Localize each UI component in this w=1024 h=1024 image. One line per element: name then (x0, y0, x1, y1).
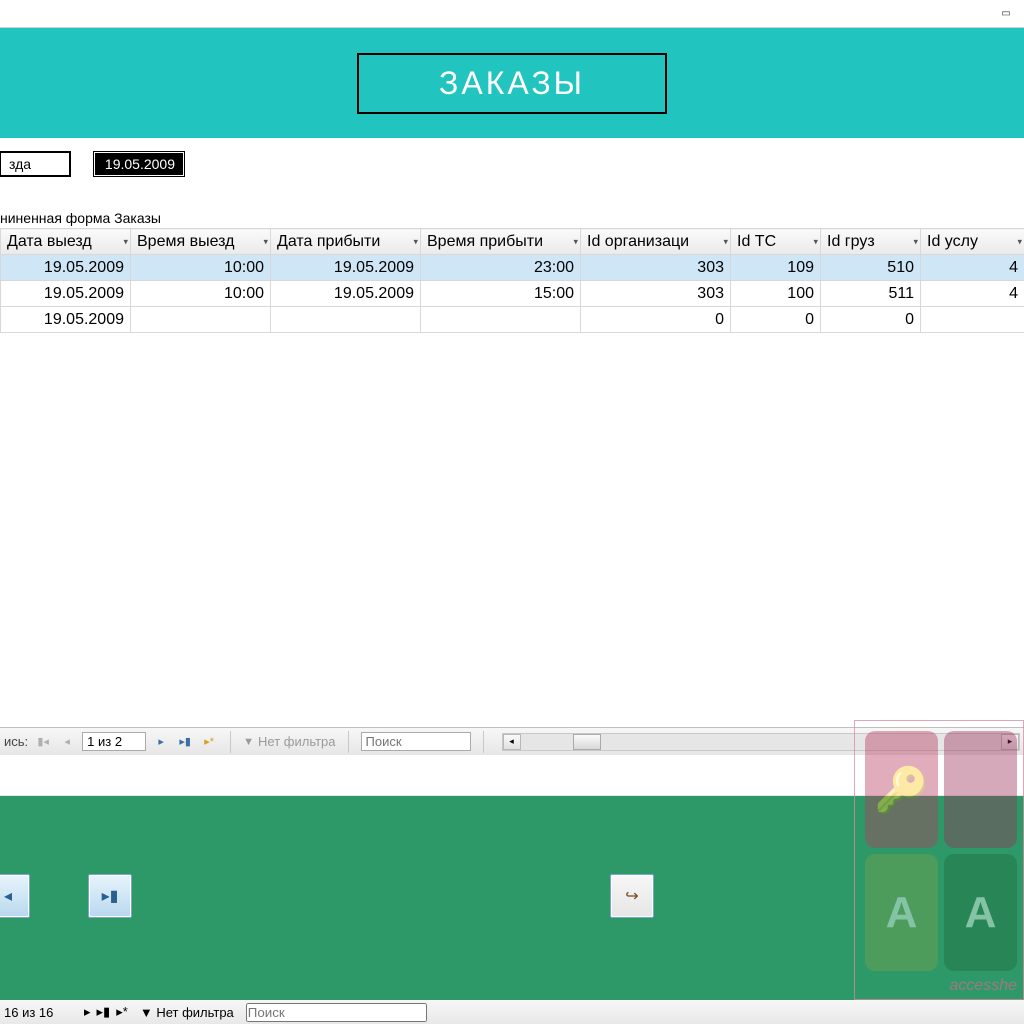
cell[interactable] (131, 307, 271, 333)
table-row[interactable]: 19.05.2009000 (1, 307, 1024, 333)
main-record-navigator: 16 из 16 ▸ ▸▮ ▸* ▼ Нет фильтра (0, 1000, 1024, 1024)
cell[interactable]: 19.05.2009 (271, 281, 421, 307)
window-titlebar: ▭ (0, 0, 1024, 28)
chevron-down-icon[interactable]: ▾ (913, 236, 918, 247)
cell[interactable]: 19.05.2009 (1, 255, 131, 281)
cell[interactable] (271, 307, 421, 333)
next-record-button[interactable]: ▸ (152, 735, 170, 748)
cell[interactable]: 4 (921, 281, 1024, 307)
grid-hscrollbar[interactable]: ◂ ▸ (502, 733, 1020, 751)
filter-label: Нет фильтра (258, 734, 335, 749)
column-header[interactable]: Id груз▾ (821, 229, 921, 255)
funnel-icon: ▼ (243, 736, 254, 748)
filter-bar: зда 19.05.2009 (0, 138, 1024, 206)
chevron-down-icon[interactable]: ▾ (123, 236, 128, 247)
cell[interactable]: 0 (581, 307, 731, 333)
filter-field-label[interactable]: зда (0, 152, 70, 176)
cell[interactable]: 19.05.2009 (1, 307, 131, 333)
column-header[interactable]: Id услу▾ (921, 229, 1024, 255)
last-record-button[interactable]: ▸▮ (176, 735, 194, 748)
cell[interactable]: 303 (581, 255, 731, 281)
subform-record-navigator: ись: ▮◂ ◂ 1 из 2 ▸ ▸▮ ▸* ▼ Нет фильтра ◂… (0, 727, 1024, 755)
cell[interactable]: 0 (731, 307, 821, 333)
filter-date-input[interactable]: 19.05.2009 (94, 152, 184, 176)
prev-icon: ◂ (4, 886, 12, 906)
exit-icon: ↪ (625, 886, 638, 906)
main-search-input[interactable] (246, 1003, 427, 1022)
column-header[interactable]: Дата прибыти▾ (271, 229, 421, 255)
first-record-button[interactable]: ▮◂ (34, 735, 52, 748)
cell[interactable]: 10:00 (131, 255, 271, 281)
cell[interactable]: 303 (581, 281, 731, 307)
filter-toggle[interactable]: ▼ Нет фильтра (243, 734, 335, 749)
prev-main-button[interactable]: ◂ (0, 874, 30, 918)
chevron-down-icon[interactable]: ▾ (723, 236, 728, 247)
orders-grid[interactable]: Дата выезд▾Время выезд▾Дата прибыти▾Врем… (0, 228, 1024, 727)
subform-caption: ниненная форма Заказы (0, 206, 1024, 228)
cell[interactable]: 19.05.2009 (1, 281, 131, 307)
column-header[interactable]: Id организаци▾ (581, 229, 731, 255)
cell[interactable]: 100 (731, 281, 821, 307)
last-main-button[interactable]: ▸▮ (88, 874, 132, 918)
grid-empty-area (0, 333, 1024, 727)
page-title: ЗАКАЗЫ (357, 53, 667, 114)
main-new-button[interactable]: ▸* (116, 1004, 128, 1020)
cell[interactable]: 10:00 (131, 281, 271, 307)
chevron-down-icon[interactable]: ▾ (573, 236, 578, 247)
minimize-icon: ▭ (1001, 8, 1010, 19)
cell[interactable] (921, 307, 1024, 333)
cell[interactable]: 23:00 (421, 255, 581, 281)
cell[interactable]: 4 (921, 255, 1024, 281)
column-header[interactable]: Id ТС▾ (731, 229, 821, 255)
cell[interactable]: 19.05.2009 (271, 255, 421, 281)
column-header[interactable]: Время выезд▾ (131, 229, 271, 255)
cell[interactable]: 15:00 (421, 281, 581, 307)
new-record-button[interactable]: ▸* (200, 735, 218, 748)
chevron-down-icon[interactable]: ▾ (413, 236, 418, 247)
main-filter-label: Нет фильтра (156, 1005, 233, 1020)
column-header[interactable]: Дата выезд▾ (1, 229, 131, 255)
cell[interactable]: 109 (731, 255, 821, 281)
minimize-button[interactable]: ▭ (994, 5, 1018, 23)
recnav-label: ись: (4, 734, 28, 749)
prev-record-button[interactable]: ◂ (58, 735, 76, 748)
form-footer: ◂ ▸▮ ↪ (0, 795, 1024, 1011)
last-icon: ▸▮ (102, 886, 119, 906)
cell[interactable] (421, 307, 581, 333)
scroll-right-button[interactable]: ▸ (1001, 734, 1019, 750)
record-counter[interactable]: 1 из 2 (82, 732, 146, 751)
cell[interactable]: 511 (821, 281, 921, 307)
table-row[interactable]: 19.05.200910:0019.05.200923:003031095104 (1, 255, 1024, 281)
search-input[interactable] (361, 732, 471, 751)
spacer (0, 755, 1024, 795)
main-filter-toggle[interactable]: ▼ Нет фильтра (140, 1005, 234, 1020)
exit-button[interactable]: ↪ (610, 874, 654, 918)
chevron-down-icon[interactable]: ▾ (1017, 236, 1022, 247)
scroll-left-button[interactable]: ◂ (503, 734, 521, 750)
cell[interactable]: 510 (821, 255, 921, 281)
cell[interactable]: 0 (821, 307, 921, 333)
main-record-counter[interactable]: 16 из 16 (4, 1005, 78, 1020)
scroll-thumb[interactable] (573, 734, 601, 750)
chevron-down-icon[interactable]: ▾ (813, 236, 818, 247)
form-header: ЗАКАЗЫ (0, 28, 1024, 138)
main-next-button[interactable]: ▸ (84, 1004, 91, 1020)
table-row[interactable]: 19.05.200910:0019.05.200915:003031005114 (1, 281, 1024, 307)
funnel-icon: ▼ (140, 1005, 153, 1020)
column-header[interactable]: Время прибыти▾ (421, 229, 581, 255)
main-last-button[interactable]: ▸▮ (97, 1004, 111, 1020)
chevron-down-icon[interactable]: ▾ (263, 236, 268, 247)
